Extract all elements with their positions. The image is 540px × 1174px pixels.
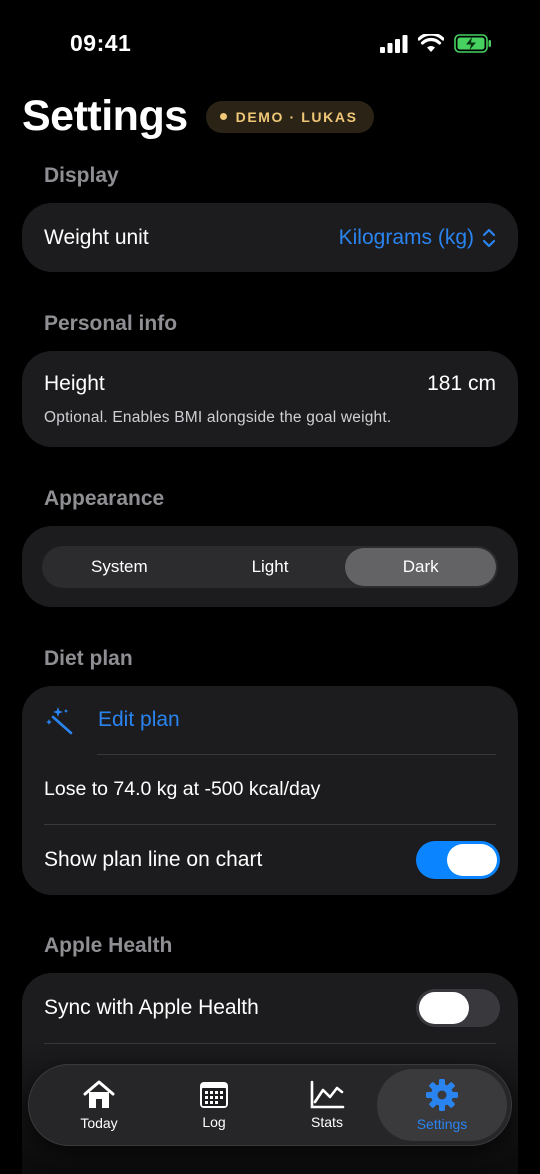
sync-health-label: Sync with Apple Health — [44, 996, 259, 1019]
tab-today-label: Today — [80, 1115, 118, 1131]
plan-line-label: Show plan line on chart — [44, 848, 263, 871]
plan-summary: Lose to 74.0 kg at -500 kcal/day — [44, 778, 321, 800]
weight-unit-picker[interactable]: Kilograms (kg) — [339, 226, 496, 250]
toggle-knob — [419, 992, 469, 1024]
tab-settings[interactable]: Settings — [397, 1065, 487, 1145]
house-icon — [83, 1080, 115, 1108]
plan-line-toggle[interactable] — [416, 841, 500, 879]
display-card: Weight unit Kilograms (kg) — [22, 203, 518, 272]
gear-icon — [426, 1079, 458, 1111]
section-header-display: Display — [44, 164, 119, 187]
battery-charging-icon — [454, 34, 491, 53]
tab-bar: Today Log Stats Settings — [28, 1064, 512, 1146]
edit-plan-label: Edit plan — [98, 708, 180, 731]
status-time: 09:41 — [70, 30, 132, 56]
tab-settings-label: Settings — [416, 1116, 468, 1132]
section-header-diet-plan: Diet plan — [44, 647, 133, 670]
page-title: Settings — [22, 92, 188, 140]
status-bar: 09:41 — [0, 0, 540, 88]
section-header-personal-info: Personal info — [44, 312, 178, 335]
tab-stats-label: Stats — [311, 1114, 343, 1130]
appearance-segmented-control: System Light Dark — [42, 546, 498, 588]
section-header-apple-health: Apple Health — [44, 934, 173, 957]
weight-unit-row[interactable]: Weight unit Kilograms (kg) — [44, 203, 496, 272]
tab-log[interactable]: Log — [174, 1065, 254, 1145]
height-value[interactable]: 181 cm — [427, 372, 496, 396]
edit-plan-row[interactable]: Edit plan — [44, 686, 496, 754]
tab-today[interactable]: Today — [59, 1065, 139, 1145]
height-note: Optional. Enables BMI alongside the goal… — [44, 409, 392, 426]
personal-info-card: Height 181 cm Optional. Enables BMI alon… — [22, 351, 518, 447]
chevron-up-down-icon — [482, 228, 496, 247]
plan-line-row: Show plan line on chart — [44, 825, 500, 895]
appearance-option-light[interactable]: Light — [195, 548, 346, 586]
tab-log-label: Log — [202, 1114, 226, 1130]
badge-dot-icon — [219, 113, 227, 120]
diet-plan-card: Edit plan Lose to 74.0 kg at -500 kcal/d… — [22, 686, 518, 895]
demo-badge-label: DEMO · LUKAS — [235, 108, 358, 125]
sync-health-row: Sync with Apple Health — [44, 973, 500, 1043]
chart-icon — [310, 1080, 345, 1109]
demo-badge: DEMO · LUKAS — [205, 100, 374, 133]
appearance-option-dark[interactable]: Dark — [345, 548, 497, 586]
toggle-knob — [447, 844, 497, 876]
wifi-icon — [418, 34, 444, 52]
divider — [44, 1043, 496, 1044]
calendar-icon — [200, 1082, 228, 1108]
height-label: Height — [44, 372, 105, 395]
weight-unit-label: Weight unit — [44, 225, 149, 249]
weight-unit-value: Kilograms (kg) — [338, 225, 474, 249]
cellular-signal-icon — [380, 34, 408, 53]
height-row[interactable]: Height 181 cm — [44, 369, 496, 399]
section-header-appearance: Appearance — [44, 487, 165, 510]
sync-health-toggle[interactable] — [416, 989, 500, 1027]
plan-summary-row: Lose to 74.0 kg at -500 kcal/day — [44, 755, 496, 824]
tab-stats[interactable]: Stats — [287, 1065, 367, 1145]
appearance-card: System Light Dark — [22, 526, 518, 607]
page-header: Settings DEMO · LUKAS — [22, 92, 374, 141]
status-icons — [380, 34, 492, 53]
appearance-option-system[interactable]: System — [44, 548, 195, 586]
magic-wand-icon — [46, 707, 73, 735]
